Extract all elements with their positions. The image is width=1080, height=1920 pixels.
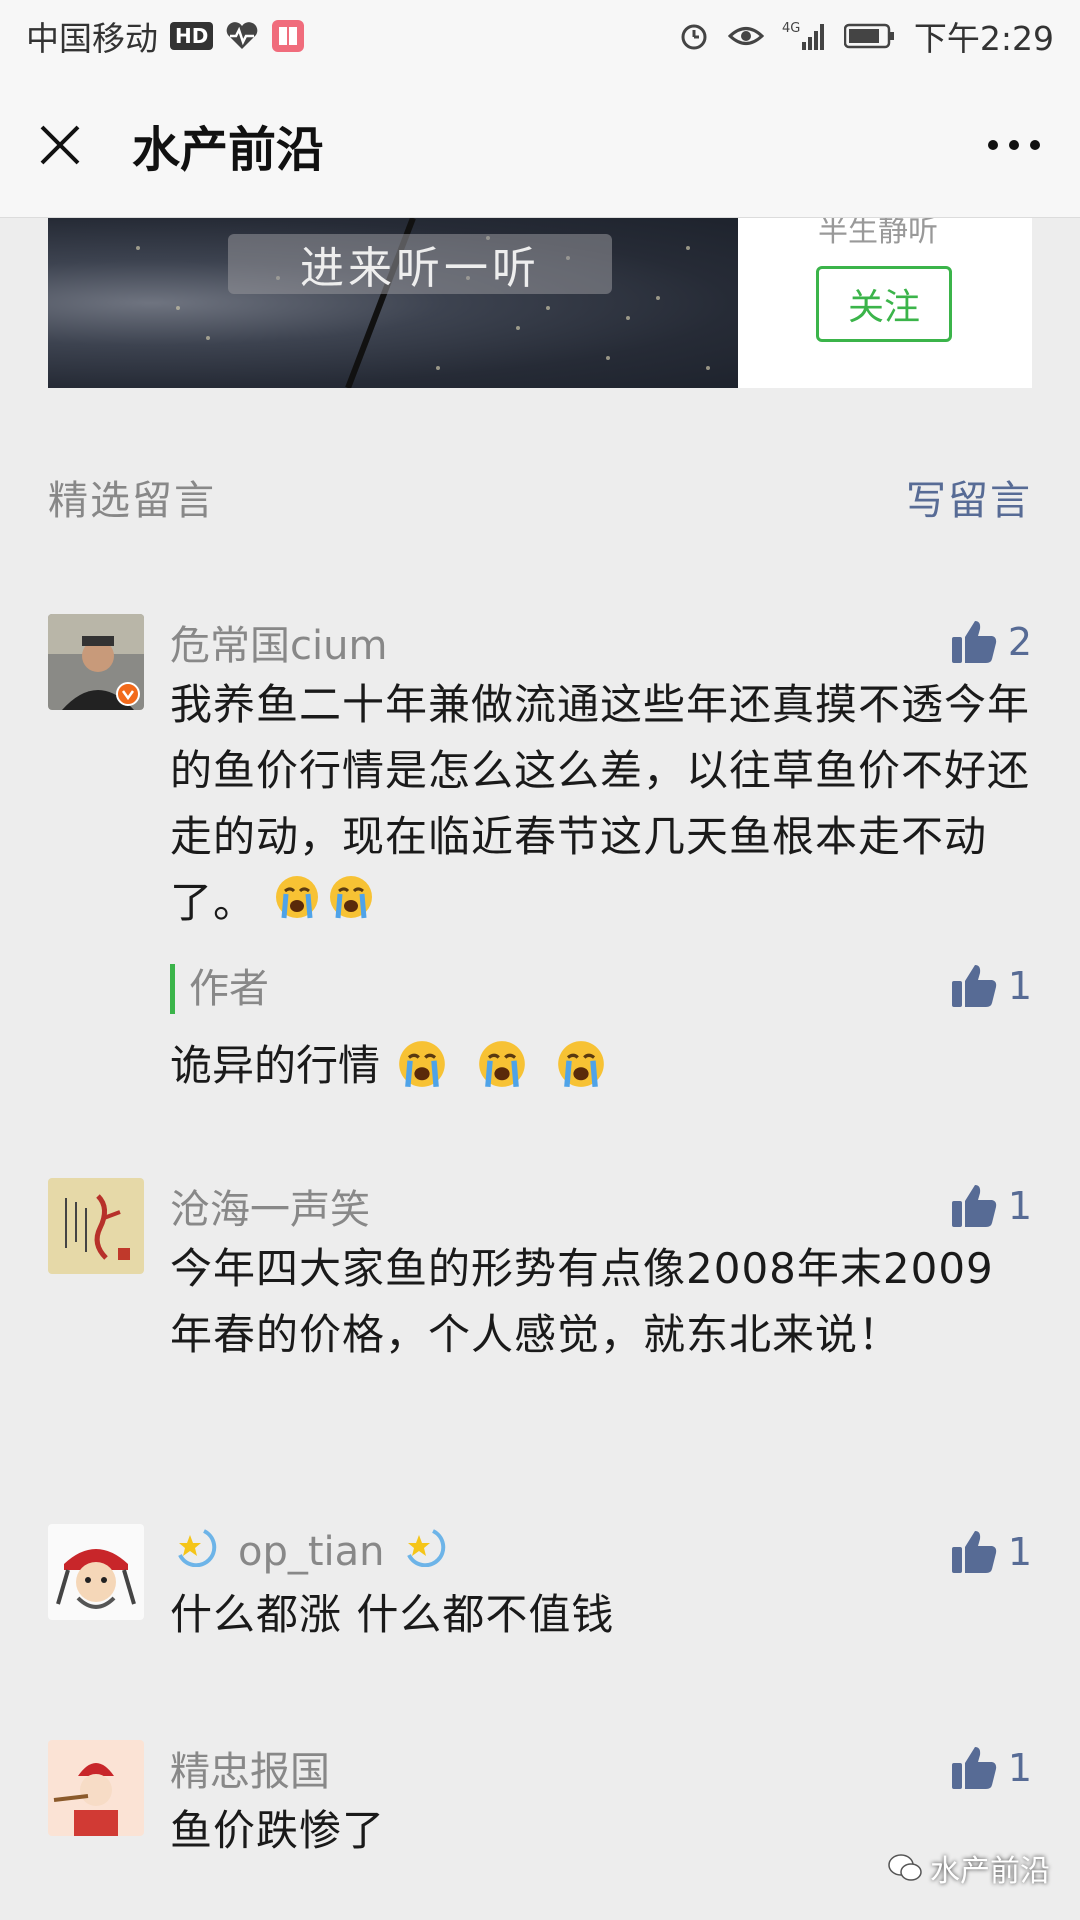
comment-item: 精忠报国 1 鱼价跌惨了: [48, 1740, 1032, 1860]
promo-caption: 进来听一听: [228, 234, 612, 294]
like-count: 1: [1007, 1184, 1032, 1228]
section-title: 精选留言: [48, 478, 216, 524]
eye-comfort-icon: [727, 23, 764, 49]
comments-header: 精选留言 写留言: [48, 468, 1032, 526]
comment-text: 我养鱼二十年兼做流通这些年还真摸不透今年的鱼价行情是怎么这么差，以往草鱼价不好还…: [170, 672, 1030, 939]
thumbs-up-icon: [950, 1183, 998, 1229]
reply-body: 诡异的行情: [170, 1041, 381, 1090]
thumbs-up-icon: [950, 963, 998, 1009]
promo-subtitle: 半生静听: [818, 218, 938, 249]
avatar[interactable]: [48, 1524, 144, 1620]
avatar[interactable]: [48, 614, 144, 710]
comment-item: 沧海一声笑 1 今年四大家鱼的形势有点像2008年末2009年春的价格，个人感觉…: [48, 1178, 1032, 1438]
sparkle-star-icon: [174, 1527, 220, 1577]
crying-emoji-icon: [556, 1039, 606, 1099]
page-title: 水产前沿: [132, 121, 325, 178]
crying-emoji-icon: [477, 1039, 527, 1099]
comment-author: 危常国cium: [170, 614, 387, 670]
crying-emoji-icon: [328, 873, 374, 939]
like-count: 1: [1007, 1530, 1032, 1574]
alarm-icon: [678, 20, 710, 52]
crying-emoji-icon: [397, 1039, 447, 1099]
nav-bar: 水产前沿: [0, 72, 1080, 218]
comment-item: 危常国cium 2 我养鱼二十年兼做流通这些年还真摸不透今年的鱼价行情是怎么这么…: [48, 614, 1032, 1090]
sparkle-star-icon: [403, 1527, 449, 1577]
like-count: 1: [1007, 1746, 1032, 1790]
reply-like-button[interactable]: 1: [950, 958, 1032, 1014]
comment-body: 今年四大家鱼的形势有点像2008年末2009年春的价格，个人感觉，就东北来说！: [170, 1244, 994, 1359]
thumbs-up-icon: [950, 619, 998, 665]
svg-text:4G: 4G: [782, 21, 800, 36]
carrier-label: 中国移动: [26, 19, 158, 58]
author-reply-label: 作者: [170, 964, 269, 1014]
like-button[interactable]: 1: [950, 1524, 1032, 1580]
like-button[interactable]: 1: [950, 1740, 1032, 1796]
watermark-text: 水产前沿: [930, 1854, 1050, 1889]
like-count: 2: [1007, 620, 1032, 664]
signal-icon: 4G: [782, 20, 826, 52]
follow-button[interactable]: 关注: [816, 266, 952, 342]
comment-text: 什么都涨 什么都不值钱: [170, 1582, 1030, 1648]
avatar[interactable]: [48, 1740, 144, 1836]
heart-rate-icon: [225, 21, 259, 51]
status-bar: 中国移动 HD 4G 下午2:29: [0, 0, 1080, 72]
avatar[interactable]: [48, 1178, 144, 1274]
author-name: 精忠报国: [170, 1749, 330, 1795]
comment-author: 沧海一声笑: [170, 1178, 370, 1234]
author-name: 沧海一声笑: [170, 1187, 370, 1233]
author-name: op_tian: [238, 1529, 385, 1575]
watermark: 水产前沿: [888, 1846, 1050, 1890]
like-count: 1: [1007, 964, 1032, 1008]
wechat-icon: [888, 1853, 922, 1883]
author-name: 危常国cium: [170, 623, 388, 669]
hd-badge: HD: [170, 22, 214, 50]
book-app-icon: [271, 19, 305, 53]
battery-icon: [843, 23, 896, 49]
comment-text: 今年四大家鱼的形势有点像2008年末2009年春的价格，个人感觉，就东北来说！: [170, 1236, 1030, 1368]
promo-card[interactable]: 进来听一听 半生静听 关注: [48, 218, 1032, 388]
promo-image: 进来听一听: [48, 218, 738, 388]
thumbs-up-icon: [950, 1529, 998, 1575]
author-reply-text: 诡异的行情: [170, 1032, 610, 1099]
close-icon[interactable]: [38, 123, 82, 167]
crying-emoji-icon: [274, 873, 320, 939]
clock-label: 下午2:29: [913, 19, 1054, 58]
thumbs-up-icon: [950, 1745, 998, 1791]
comment-body: 鱼价跌惨了: [170, 1806, 386, 1855]
comment-author: op_tian: [170, 1524, 453, 1580]
comment-body: 什么都涨 什么都不值钱: [170, 1590, 615, 1639]
comment-item: op_tian 1 什么都涨 什么都不值钱: [48, 1524, 1032, 1644]
like-button[interactable]: 1: [950, 1178, 1032, 1234]
like-button[interactable]: 2: [950, 614, 1032, 670]
more-options-icon[interactable]: [986, 138, 1042, 152]
comment-author: 精忠报国: [170, 1740, 330, 1796]
write-comment-link[interactable]: 写留言: [906, 468, 1032, 526]
